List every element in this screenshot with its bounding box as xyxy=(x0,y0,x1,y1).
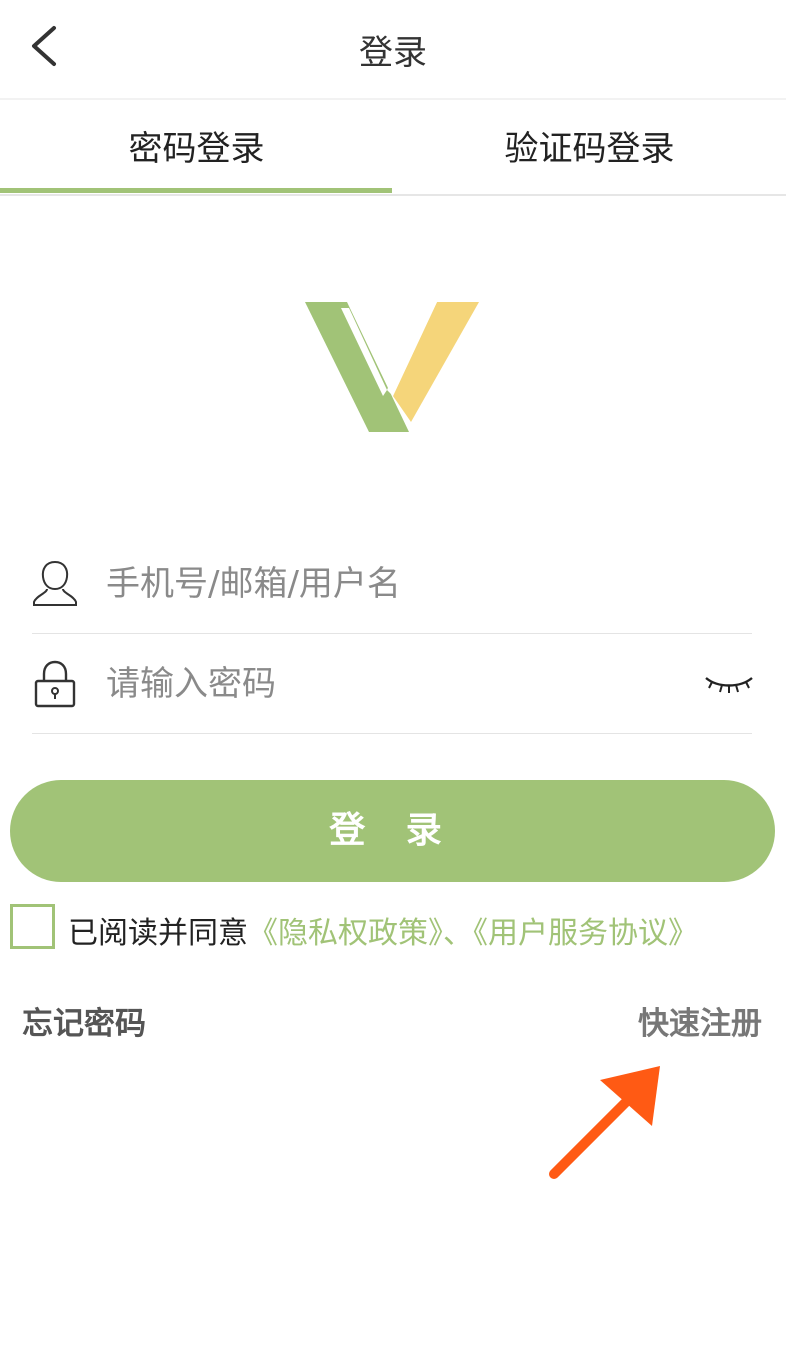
quick-register-link[interactable]: 快速注册 xyxy=(638,998,762,1043)
username-field xyxy=(32,534,752,634)
password-input[interactable] xyxy=(106,652,666,716)
privacy-policy-link[interactable]: 《隐私权政策》 xyxy=(248,916,443,951)
agreement-checkbox[interactable] xyxy=(10,904,55,949)
user-agreement-link[interactable]: 《用户服务协议》 xyxy=(473,916,698,951)
eye-closed-icon[interactable] xyxy=(704,672,754,698)
page-title: 登录 xyxy=(359,33,427,73)
app-logo xyxy=(305,302,479,432)
username-input[interactable] xyxy=(106,552,666,616)
header: 登录 xyxy=(0,0,786,100)
forgot-password-link[interactable]: 忘记密码 xyxy=(22,998,146,1043)
tab-code-login[interactable]: 验证码登录 xyxy=(393,102,786,196)
annotation-arrow-icon xyxy=(549,1066,660,1179)
tab-password-login[interactable]: 密码登录 xyxy=(0,102,393,196)
login-button[interactable]: 登 录 xyxy=(10,780,775,882)
user-icon xyxy=(33,560,77,606)
agreement-separator: 、 xyxy=(443,916,473,951)
agreement-text: 已阅读并同意《隐私权政策》、《用户服务协议》 xyxy=(68,908,698,952)
login-tabs: 密码登录 验证码登录 xyxy=(0,102,786,196)
active-tab-indicator xyxy=(0,188,392,193)
password-field xyxy=(32,634,754,734)
lock-icon xyxy=(34,660,76,708)
agreement-prefix: 已阅读并同意 xyxy=(68,916,248,951)
